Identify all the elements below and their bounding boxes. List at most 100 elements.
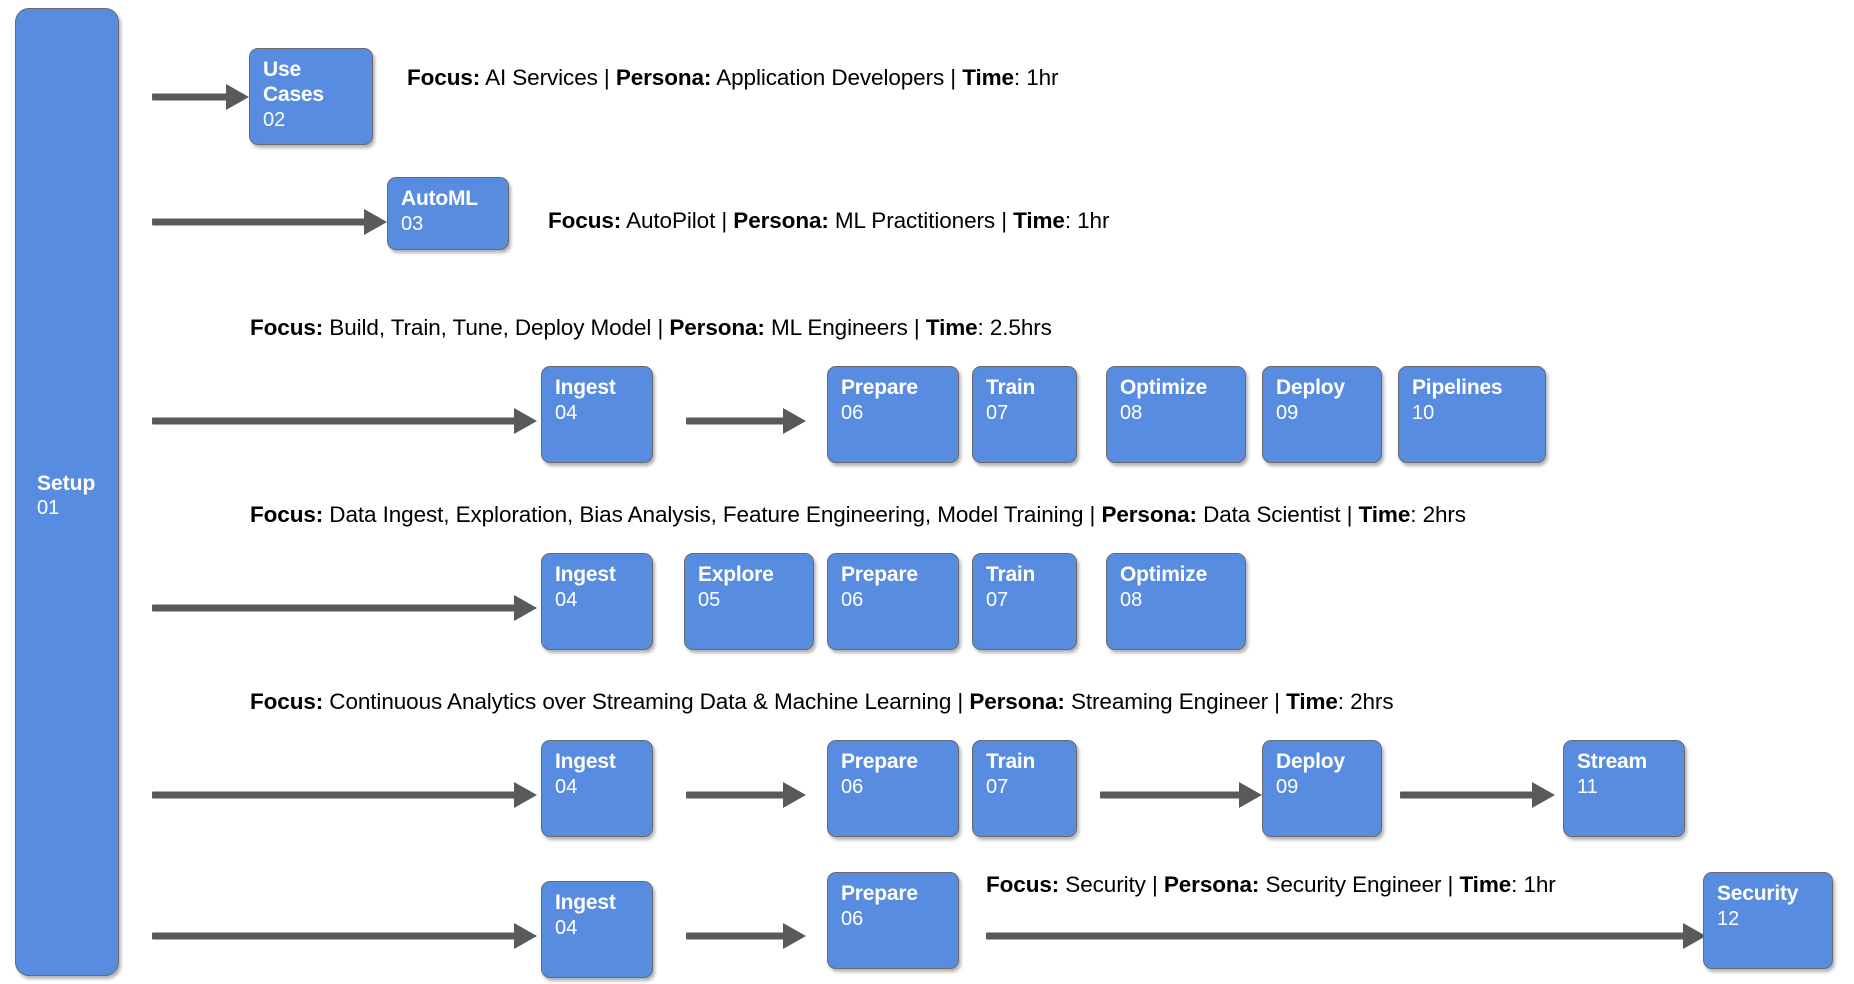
arrow-ingest-to-prepare-ml (686, 408, 806, 434)
node-label: Deploy (1276, 376, 1345, 399)
focus-value: Continuous Analytics over Streaming Data… (323, 689, 958, 714)
node-automl[interactable]: AutoML 03 (387, 177, 509, 250)
node-pipelines-ml[interactable]: Pipelines 10 (1398, 366, 1546, 463)
track-security-engineer-description: Focus: Security | Persona: Security Engi… (986, 872, 1556, 898)
time-key: Time (1013, 208, 1065, 233)
separator: | (1001, 208, 1014, 233)
node-use-cases-label: Use Cases (263, 58, 324, 106)
arrow-setup-to-ingest-ml (152, 408, 537, 434)
arrow-setup-to-automl (152, 209, 387, 235)
node-number: 11 (1577, 775, 1598, 798)
node-label: Prepare (841, 750, 918, 773)
time-value: : 2.5hrs (977, 315, 1052, 340)
node-label: Deploy (1276, 750, 1345, 773)
time-key: Time (1286, 689, 1338, 714)
node-number: 06 (841, 907, 864, 930)
track-ml-engineers-description: Focus: Build, Train, Tune, Deploy Model … (250, 315, 1052, 341)
persona-key: Persona: (733, 208, 829, 233)
node-use-cases-number: 02 (263, 108, 286, 131)
node-setup-number: 01 (37, 497, 60, 520)
node-label: Train (986, 563, 1036, 586)
node-prepare-stream[interactable]: Prepare 06 (827, 740, 959, 837)
focus-key: Focus: (250, 502, 324, 527)
arrow-setup-to-ingest-stream (152, 782, 537, 808)
time-value: : 1hr (1013, 65, 1059, 90)
arrow-shaft (1400, 791, 1536, 799)
focus-value: Build, Train, Tune, Deploy Model (323, 315, 658, 340)
node-label: Train (986, 750, 1036, 773)
arrow-head (1239, 782, 1262, 808)
arrow-train-to-deploy-stream (1100, 782, 1262, 808)
node-number: 12 (1717, 907, 1740, 930)
node-deploy-ml[interactable]: Deploy 09 (1262, 366, 1382, 463)
persona-value: Streaming Engineer (1064, 689, 1275, 714)
persona-value: Application Developers (711, 65, 951, 90)
node-label: Ingest (555, 376, 616, 399)
node-deploy-stream[interactable]: Deploy 09 (1262, 740, 1382, 837)
separator: | (721, 208, 734, 233)
focus-value: Data Ingest, Exploration, Bias Analysis,… (323, 502, 1090, 527)
node-prepare-security[interactable]: Prepare 06 (827, 872, 959, 969)
persona-value: ML Practitioners (828, 208, 1002, 233)
node-use-cases[interactable]: Use Cases 02 (249, 48, 373, 145)
track-automl-description: Focus: AutoPilot | Persona: ML Practitio… (548, 208, 1109, 234)
node-number: 10 (1412, 401, 1435, 424)
node-number: 08 (1120, 401, 1143, 424)
separator: | (1274, 689, 1287, 714)
track-ai-services-description: Focus: AI Services | Persona: Applicatio… (407, 65, 1059, 91)
node-number: 09 (1276, 401, 1299, 424)
node-label: Security (1717, 882, 1799, 905)
separator: | (1346, 502, 1359, 527)
arrow-ingest-to-prepare-security (686, 923, 806, 949)
node-stream[interactable]: Stream 11 (1563, 740, 1685, 837)
time-key: Time (1459, 872, 1512, 897)
arrow-head (783, 923, 806, 949)
node-label: Prepare (841, 376, 918, 399)
node-label: Optimize (1120, 563, 1208, 586)
separator: | (1447, 872, 1460, 897)
node-prepare-ml[interactable]: Prepare 06 (827, 366, 959, 463)
node-label: Ingest (555, 563, 616, 586)
node-train-ds[interactable]: Train 07 (972, 553, 1077, 650)
node-explore-ds[interactable]: Explore 05 (684, 553, 814, 650)
node-setup[interactable]: Setup 01 (15, 8, 119, 976)
node-ingest-ml[interactable]: Ingest 04 (541, 366, 653, 463)
node-ingest-ds[interactable]: Ingest 04 (541, 553, 653, 650)
node-number: 04 (555, 916, 578, 939)
node-ingest-security[interactable]: Ingest 04 (541, 881, 653, 978)
node-label: Train (986, 376, 1036, 399)
node-number: 07 (986, 588, 1009, 611)
node-security[interactable]: Security 12 (1703, 872, 1833, 969)
persona-key: Persona: (1101, 502, 1197, 527)
track-data-scientist-description: Focus: Data Ingest, Exploration, Bias An… (250, 502, 1466, 528)
focus-key: Focus: (250, 315, 324, 340)
node-ingest-stream[interactable]: Ingest 04 (541, 740, 653, 837)
node-number: 08 (1120, 588, 1143, 611)
node-number: 05 (698, 588, 721, 611)
separator: | (1089, 502, 1102, 527)
node-prepare-ds[interactable]: Prepare 06 (827, 553, 959, 650)
separator: | (957, 689, 970, 714)
node-optimize-ds[interactable]: Optimize 08 (1106, 553, 1246, 650)
node-optimize-ml[interactable]: Optimize 08 (1106, 366, 1246, 463)
focus-key: Focus: (986, 872, 1060, 897)
node-automl-label: AutoML (401, 187, 478, 210)
arrow-head (783, 782, 806, 808)
arrow-setup-to-ingest-security (152, 923, 537, 949)
time-value: : 2hrs (1410, 502, 1466, 527)
arrow-setup-to-usecases (152, 84, 249, 110)
persona-value: ML Engineers (764, 315, 914, 340)
node-automl-number: 03 (401, 212, 424, 235)
node-train-stream[interactable]: Train 07 (972, 740, 1077, 837)
node-number: 07 (986, 775, 1009, 798)
focus-value: AutoPilot (621, 208, 722, 233)
arrow-shaft (986, 932, 1687, 940)
separator: | (913, 315, 926, 340)
node-number: 09 (1276, 775, 1299, 798)
node-label: Prepare (841, 563, 918, 586)
node-label: Optimize (1120, 376, 1208, 399)
arrow-head (783, 408, 806, 434)
node-number: 04 (555, 775, 578, 798)
node-train-ml[interactable]: Train 07 (972, 366, 1077, 463)
arrow-shaft (152, 93, 230, 101)
